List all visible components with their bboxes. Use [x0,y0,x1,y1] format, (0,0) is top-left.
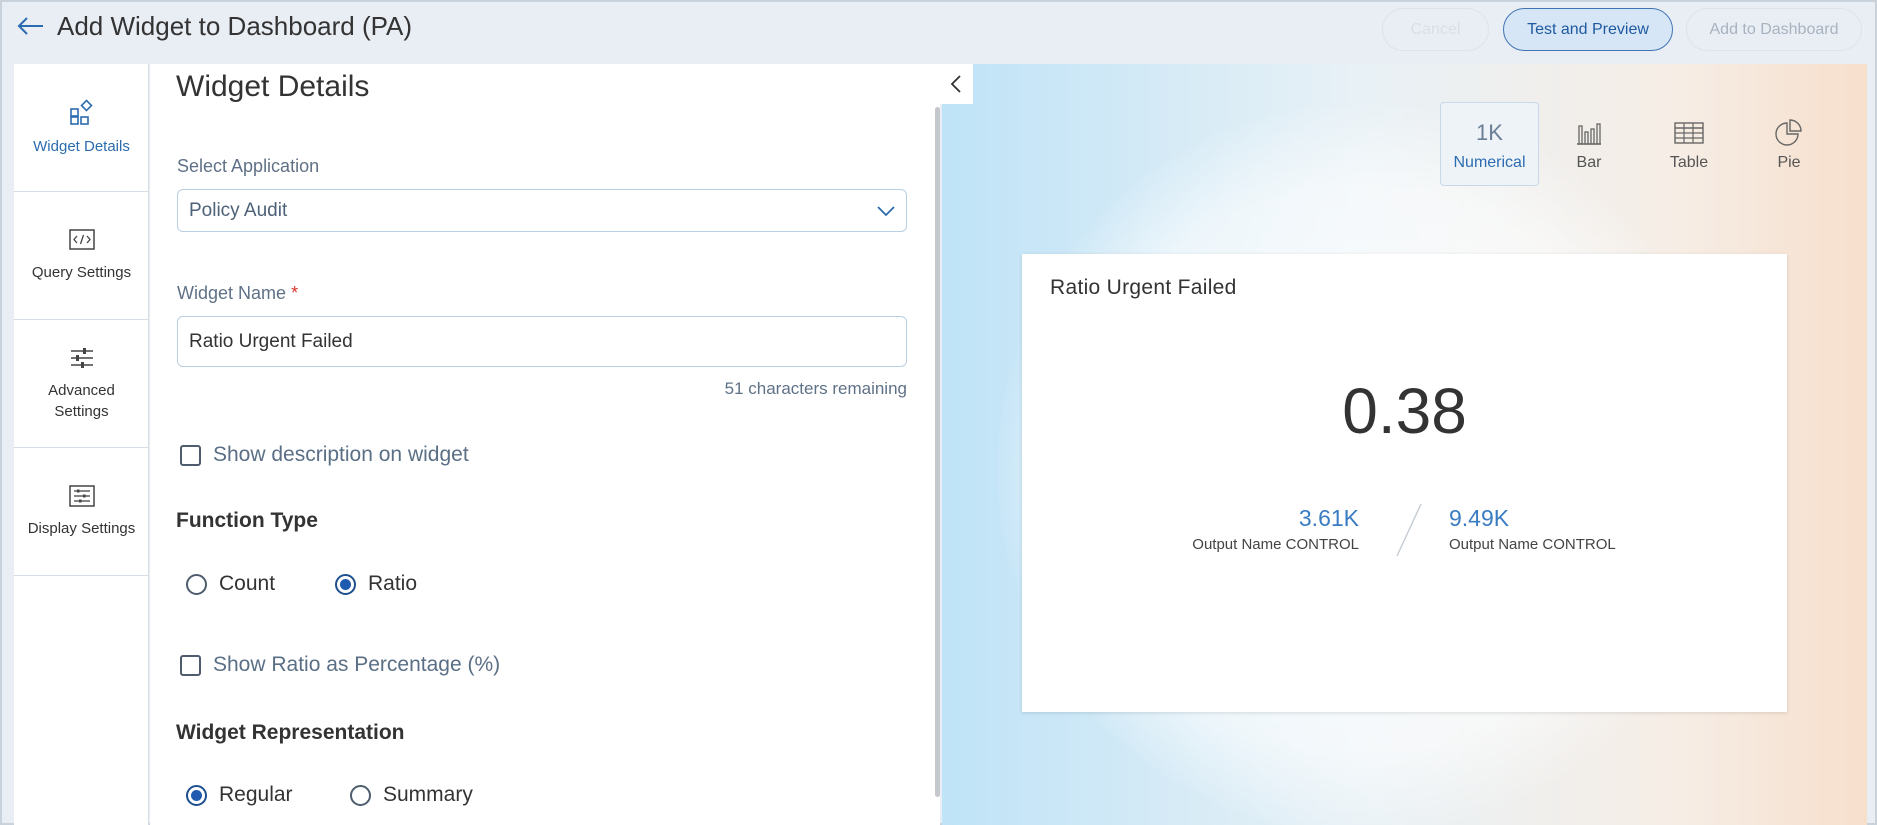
widget-details-icon [69,99,93,125]
radio-summary-label: Summary [383,783,473,806]
table-icon [1674,122,1704,144]
nav-label: Widget Details [33,138,130,155]
chart-type-label: Numerical [1453,154,1526,171]
chart-type-label: Bar [1576,154,1602,171]
numerator-label: Output Name CONTROL [1192,536,1359,553]
nav-item-advanced-settings[interactable]: Advanced Settings [14,320,149,448]
pie-chart-icon [1775,119,1802,146]
nav-item-widget-details[interactable]: Widget Details [14,64,149,192]
ratio-value: 0.38 [1342,375,1467,447]
show-ratio-percentage-label: Show Ratio as Percentage (%) [213,653,501,676]
denominator-label: Output Name CONTROL [1449,536,1616,553]
bar-chart-icon [1577,123,1601,145]
widget-preview-card: Ratio Urgent Failed 0.38 3.61K Output Na… [1022,254,1787,712]
radio-summary[interactable]: Summary [350,783,473,807]
widget-name-label-text: Widget Name [177,283,287,303]
select-application-dropdown[interactable]: Policy Audit [177,189,907,232]
page-title: Add Widget to Dashboard (PA) [57,11,413,41]
radio-summary-button[interactable] [350,784,371,806]
widget-name-input[interactable]: Ratio Urgent Failed [177,316,907,367]
sliders-icon [70,347,93,368]
radio-ratio[interactable]: Ratio [335,572,417,596]
show-description-row[interactable]: Show description on widget [180,443,469,467]
section-title: Widget Details [176,70,370,103]
required-mark: * [291,283,299,303]
radio-count-button[interactable] [186,573,207,595]
radio-count-label: Count [219,572,276,595]
app-window: Add Widget to Dashboard (PA) Cancel Test… [0,0,1877,825]
ratio-divider [1396,503,1422,557]
card-title: Ratio Urgent Failed [1050,276,1237,299]
chart-type-table[interactable]: Table [1639,102,1739,186]
chart-type-label: Pie [1777,154,1801,171]
settings-nav: Widget Details Query Settings Advanced S… [14,64,149,825]
nav-label: Query Settings [31,264,132,281]
preview-area: 1K Numerical Bar Table Pie Ratio Urgent … [942,64,1867,825]
select-application-value: Policy Audit [189,199,288,221]
radio-count[interactable]: Count [186,572,275,596]
chevron-down-icon [877,206,895,217]
chart-type-label: Table [1669,154,1709,171]
function-type-title: Function Type [176,509,318,532]
radio-regular-label: Regular [219,783,293,806]
radio-regular-button[interactable] [186,784,207,806]
radio-ratio-label: Ratio [368,572,418,595]
chart-type-selector: 1K Numerical Bar Table Pie [1440,102,1840,187]
test-and-preview-button[interactable]: Test and Preview [1503,8,1673,51]
nav-label: Display Settings [27,520,136,537]
header: Add Widget to Dashboard (PA) Cancel Test… [2,2,1877,62]
form-scrollbar[interactable] [935,107,940,797]
nav-item-query-settings[interactable]: Query Settings [14,192,149,320]
show-ratio-percentage-checkbox[interactable] [180,654,201,676]
show-ratio-percentage-row[interactable]: Show Ratio as Percentage (%) [180,653,500,677]
widget-representation-title: Widget Representation [176,721,405,744]
code-icon [68,229,95,250]
chart-type-numerical[interactable]: 1K Numerical [1440,102,1539,186]
cancel-button[interactable]: Cancel [1382,8,1489,51]
nav-item-display-settings[interactable]: Display Settings [14,448,149,576]
chart-type-bar[interactable]: Bar [1539,102,1639,186]
add-to-dashboard-button[interactable]: Add to Dashboard [1686,8,1862,51]
widget-details-form: Widget Details Select Application Policy… [150,64,940,825]
collapse-panel-button[interactable] [938,64,973,104]
nav-label: Advanced Settings [48,381,115,420]
widget-name-label: Widget Name * [177,283,298,304]
numerator-value: 3.61K [1298,505,1359,531]
denominator-value: 9.49K [1449,505,1510,531]
back-arrow-icon[interactable] [16,12,46,40]
display-settings-icon [68,485,95,507]
chevron-left-icon [950,75,961,93]
numerical-icon: 1K [1476,120,1503,145]
characters-remaining: 51 characters remaining [724,379,907,398]
chart-type-pie[interactable]: Pie [1739,102,1839,186]
select-application-label: Select Application [177,156,320,176]
show-description-label: Show description on widget [213,443,469,466]
radio-regular[interactable]: Regular [186,783,293,807]
radio-ratio-button[interactable] [335,573,356,595]
show-description-checkbox[interactable] [180,444,201,466]
